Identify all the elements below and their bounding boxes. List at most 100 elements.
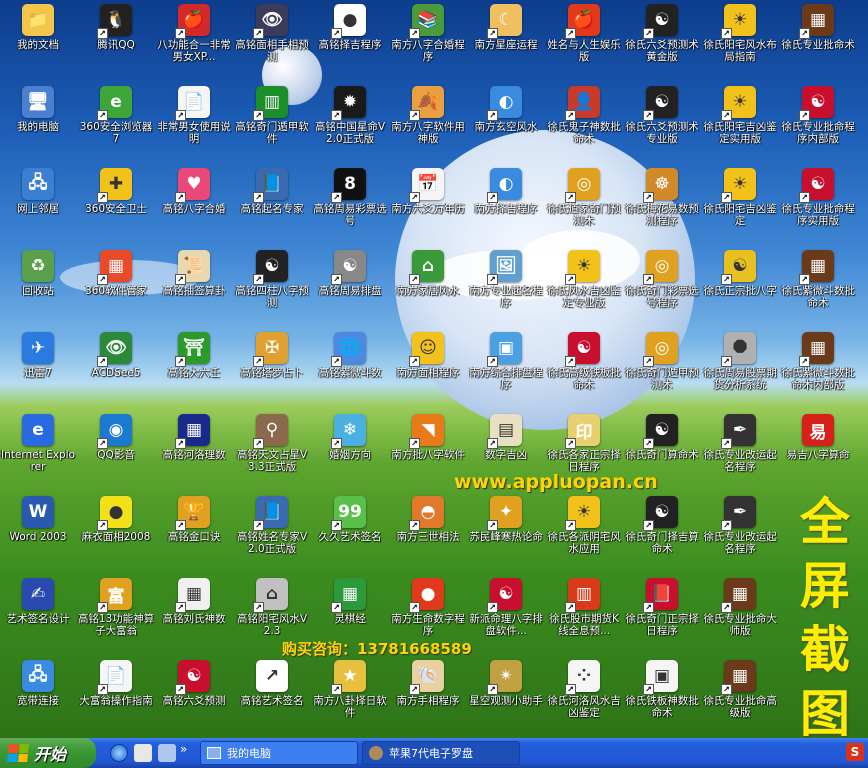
desktop-icon-item[interactable]: ☾ ↗ 南方星座运程	[467, 0, 545, 80]
desktop-icon-item[interactable]: 富 ↗ 高铭13功能神算子大富翁	[77, 574, 155, 654]
desktop-icon-item[interactable]: ☯ ↗ 徐氏高级铁板批命术	[545, 328, 623, 408]
desktop-icon-item[interactable]: ✚ ↗ 360安全卫士	[77, 164, 155, 244]
desktop-icon-item[interactable]: 🖧 网上邻居	[0, 164, 77, 244]
desktop-icon-item[interactable]: ▣ ↗ 南方综合排盘程序	[467, 328, 545, 408]
desktop-icon-item[interactable]: ☯ ↗ 徐氏专业批命程序内部版	[779, 82, 857, 162]
desktop-icon-item[interactable]: e Internet Explorer	[0, 410, 77, 490]
desktop-icon-item[interactable]: 📄 ↗ 非常男女使用说明	[155, 82, 233, 162]
desktop-icon-item[interactable]: 🍂 ↗ 南方八字软件用神版	[389, 82, 467, 162]
desktop-icon-item[interactable]: ☀ ↗ 徐氏阳宅吉凶鉴定实用版	[701, 82, 779, 162]
desktop-icon-item[interactable]: ⛩ ↗ 高铭大六壬	[155, 328, 233, 408]
desktop-icon-item[interactable]: ▦ ↗ 徐氏专业批命高级版	[701, 656, 779, 736]
desktop-icon-item[interactable]: 🏆 ↗ 高铭金口诀	[155, 492, 233, 572]
desktop-icon-item[interactable]: ☀ ↗ 徐氏各派阴宅风水应用	[545, 492, 623, 572]
desktop-icon-item[interactable]: ▦ ↗ 360软件管家	[77, 246, 155, 326]
desktop-icon[interactable]	[134, 744, 152, 762]
desktop-icon-item[interactable]: ▦ ↗ 高铭刘氏神数	[155, 574, 233, 654]
desktop-icon-label: 高铭阳宅风水V2.3	[236, 613, 308, 637]
desktop-icon-label: 南方三世相法	[396, 531, 460, 543]
desktop-icon-item[interactable]: 👁 ↗ ACDSee5	[77, 328, 155, 408]
desktop-icon-item[interactable]: W Word 2003	[0, 492, 77, 572]
desktop-icon-item[interactable]: 📄 ↗ 大富翁操作指南	[77, 656, 155, 736]
desktop-icon-item[interactable]: ▦ ↗ 徐氏紫微斗数批命术	[779, 246, 857, 326]
desktop-icon-item[interactable]: ✒ ↗ 徐氏专业改运起名程序	[701, 410, 779, 490]
desktop-icon-item[interactable]: 👁 ↗ 高铭面相手相预测	[233, 0, 311, 80]
desktop-icon-item[interactable]: ✠ ↗ 高铭塔罗占卜	[233, 328, 311, 408]
desktop-icon-item[interactable]: ⁘ ↗ 徐氏河洛风水吉凶鉴定	[545, 656, 623, 736]
desktop-icon-item[interactable]: ☯ ↗ 徐氏专业批命程序实用版	[779, 164, 857, 244]
ie-icon[interactable]	[110, 744, 128, 762]
desktop-icon-item[interactable]: ☀ ↗ 徐氏阳宅吉凶鉴定	[701, 164, 779, 244]
red-dot-icon: ● ↗	[331, 4, 366, 39]
task-compass[interactable]: 苹果7代电子罗盘	[362, 741, 520, 765]
desktop-icon-item[interactable]: ♥ ↗ 高铭八字合婚	[155, 164, 233, 244]
desktop-icon-item[interactable]: ❄ ↗ 婚姻方向	[311, 410, 389, 490]
desktop-icon-item[interactable]: 📅 ↗ 南方六爻万年历	[389, 164, 467, 244]
desktop-icon-item[interactable]: 📘 ↗ 高铭姓名专家V2.0正式版	[233, 492, 311, 572]
desktop-icon-item[interactable]: ✴ ↗ 星空观测小助手	[467, 656, 545, 736]
desktop-icon-item[interactable]: ▦ ↗ 徐氏专业批命大师版	[701, 574, 779, 654]
desktop-icon-item[interactable]: ☯ ↗ 徐氏六爻预测术黄金版	[623, 0, 701, 80]
desktop-icon-item[interactable]: 8 ↗ 高铭周易彩票选号	[311, 164, 389, 244]
desktop-icon-item[interactable]: ◎ ↗ 徐氏道家奇门预测术	[545, 164, 623, 244]
desktop-icon-item[interactable]: ☀ ↗ 徐氏风水吉凶鉴定专业版	[545, 246, 623, 326]
desktop-icon-item[interactable]: ✍ 艺术签名设计	[0, 574, 77, 654]
desktop-icon-item[interactable]: 🌐 ↗ 高铭紫微斗数	[311, 328, 389, 408]
desktop-icon-item[interactable]: ☯ ↗ 徐氏正宗批八字	[701, 246, 779, 326]
desktop-icon-item[interactable]: 🍎 ↗ 八功能合一非常男女XP...	[155, 0, 233, 80]
desktop-icon-item[interactable]: ◓ ↗ 南方三世相法	[389, 492, 467, 572]
desktop-icon-item[interactable]: ▦ ↗ 徐氏紫微斗数批命术内部版	[779, 328, 857, 408]
desktop-icon-item[interactable]: ◉ ↗ QQ影音	[77, 410, 155, 490]
desktop-icon-item[interactable]: 👤 ↗ 徐氏鬼子神数批命术	[545, 82, 623, 162]
desktop-icon-item[interactable]: 🐧 ↗ 腾讯QQ	[77, 0, 155, 80]
desktop-icon-item[interactable]: 🐚 ↗ 南方手相程序	[389, 656, 467, 736]
start-button[interactable]: 开始	[0, 738, 96, 768]
desktop-icon-item[interactable]: ☯ ↗ 新派命理八字排盘软件...	[467, 574, 545, 654]
desktop-icon-item[interactable]: 🖥 我的电脑	[0, 82, 77, 162]
desktop-icon-item[interactable]: ☸ ↗ 徐氏梅花易数预测程序	[623, 164, 701, 244]
desktop-icon-item[interactable]: ⯃ ↗ 徐氏周易股票期货分析系统	[701, 328, 779, 408]
desktop-icon-item[interactable]: 📘 ↗ 高铭起名专家	[233, 164, 311, 244]
desktop-icon-item[interactable]: ☯ ↗ 高铭四柱八字预测	[233, 246, 311, 326]
desktop-icon-item[interactable]: ↗ 高铭艺术签名	[233, 656, 311, 736]
desktop-icon-item[interactable]: ▥ ↗ 高铭奇门遁甲软件	[233, 82, 311, 162]
desktop-icon-item[interactable]: ☯ ↗ 徐氏奇门择吉算命术	[623, 492, 701, 572]
ime-icon[interactable]: S	[846, 743, 864, 761]
desktop-icon-item[interactable]: 📚 ↗ 南方八字合婚程序	[389, 0, 467, 80]
desktop-icon-item[interactable]: ★ ↗ 南方八卦择日软件	[311, 656, 389, 736]
desktop-icon-item[interactable]: 99 ↗ 久久艺术签名	[311, 492, 389, 572]
desktop-icon-item[interactable]: ☀ ↗ 徐氏阳宅风水布局指南	[701, 0, 779, 80]
desktop-icon-item[interactable]: ☯ ↗ 高铭周易排盘	[311, 246, 389, 326]
desktop-icon-item[interactable]: 🖼 ↗ 南方专业起名程序	[467, 246, 545, 326]
desktop-icon-item[interactable]: 易易吉八字算命	[779, 410, 857, 490]
desktop-icon-item[interactable]: ● ↗ 高铭择吉程序	[311, 0, 389, 80]
desktop-icon-item[interactable]: ☺ ↗ 南方面相程序	[389, 328, 467, 408]
desktop-icon-item[interactable]: ▦ ↗ 高铭河洛理数	[155, 410, 233, 490]
desktop-icon-item[interactable]: ⌂ ↗ 南方家居风水	[389, 246, 467, 326]
desktop-icon-item[interactable]: ✈ 迅雷7	[0, 328, 77, 408]
desktop-icon-item[interactable]: ◎ ↗ 徐氏奇门遁甲预测术	[623, 328, 701, 408]
desktop-icon-item[interactable]: ✒ ↗ 徐氏专业改运起名程序	[701, 492, 779, 572]
desktop-icon-item[interactable]: ▥ ↗ 徐氏股市期货K线全息预...	[545, 574, 623, 654]
desktop-icon-item[interactable]: ☯ ↗ 徐氏六爻预测术专业版	[623, 82, 701, 162]
desktop-icon-item[interactable]: ▣ ↗ 徐氏铁板神数批命术	[623, 656, 701, 736]
desktop-icon-item[interactable]: 📁 我的文档	[0, 0, 77, 80]
desktop-icon-item[interactable]: 🍎 ↗ 姓名与人生娱乐版	[545, 0, 623, 80]
desktop-icon-item[interactable]: 🖧 宽带连接	[0, 656, 77, 736]
desktop-icon-item[interactable]: ✦ ↗ 苏民峰寒热论命	[467, 492, 545, 572]
desktop-icon-item[interactable]: ✹ ↗ 高铭中国星命V2.0正式版	[311, 82, 389, 162]
desktop-icon-item[interactable]: ◐ ↗ 南方玄空风水	[467, 82, 545, 162]
desktop-icon-item[interactable]: ☯ ↗ 高铭六爻预测	[155, 656, 233, 736]
desktop-icon-item[interactable]: ◐ ↗ 南方择吉程序	[467, 164, 545, 244]
task-my-computer[interactable]: 我的电脑	[200, 741, 358, 765]
desktop-icon-item[interactable]: 📜 ↗ 高铭抽签算卦	[155, 246, 233, 326]
desktop-icon-item[interactable]: ♻ 回收站	[0, 246, 77, 326]
quick-launch-expand-icon[interactable]: »	[180, 742, 187, 756]
desktop-icon-item[interactable]: ⚲ ↗ 高铭天文占星V3.3正式版	[233, 410, 311, 490]
desktop-icon-item[interactable]: ▦ ↗ 徐氏专业批命术	[779, 0, 857, 80]
desktop-icon-item[interactable]: e ↗ 360安全浏览器7	[77, 82, 155, 162]
desktop-icon-item[interactable]: 📕 ↗ 徐氏奇门正宗择日程序	[623, 574, 701, 654]
desktop-icon-item[interactable]: ◎ ↗ 徐氏奇门彩票选号程序	[623, 246, 701, 326]
desktop-icon-item[interactable]: ● ↗ 麻衣面相2008	[77, 492, 155, 572]
show-desktop-icon[interactable]	[158, 744, 176, 762]
